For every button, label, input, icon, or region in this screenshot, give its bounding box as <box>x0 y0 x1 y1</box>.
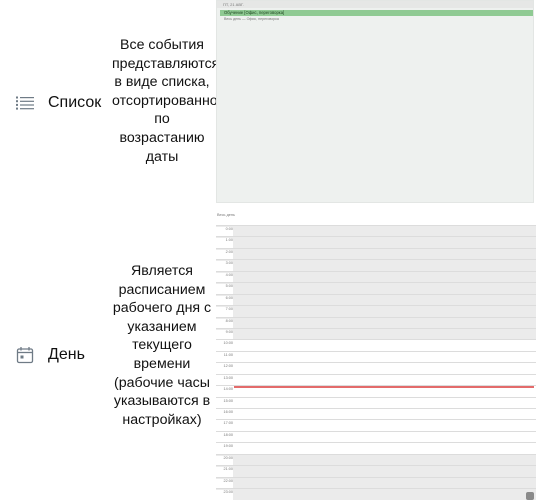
hour-row[interactable]: 18:00 <box>216 430 536 443</box>
hour-row[interactable]: 22:00 <box>216 476 536 489</box>
hour-slot[interactable] <box>234 375 536 385</box>
hour-row[interactable]: 6:00 <box>216 293 536 306</box>
hour-row[interactable]: 13:00 <box>216 373 536 386</box>
hour-slot[interactable] <box>234 272 536 282</box>
list-mode-preview: ПТ, 21 АВГ. Обучение [Офис, переговорка]… <box>216 0 534 203</box>
hour-slot[interactable] <box>234 420 536 430</box>
hour-row[interactable]: 8:00 <box>216 316 536 329</box>
day-mode-label: День <box>48 346 85 363</box>
hour-row[interactable]: 23:00 <box>216 488 536 500</box>
hour-slot[interactable] <box>234 398 536 408</box>
hour-label: 23:00 <box>216 490 233 500</box>
hour-grid: 0:00 1:00 2:00 3:00 4:00 5:00 6:00 7:00 8:00 9:00… <box>216 225 536 500</box>
hour-row[interactable]: 9:00 <box>216 327 536 340</box>
day-mode-label-group: День <box>14 345 85 365</box>
list-mode-row: Список Все события представляются в виде… <box>0 0 538 206</box>
hour-slot[interactable] <box>234 318 536 328</box>
calendar-icon[interactable] <box>526 492 534 500</box>
list-mode-label-group: Список <box>14 93 101 113</box>
hour-slot[interactable] <box>234 352 536 362</box>
list-mode-label: Список <box>48 94 102 111</box>
hour-row[interactable]: 0:00 <box>216 225 536 237</box>
hour-row[interactable]: 2:00 <box>216 247 536 260</box>
calendar-day-icon <box>14 345 36 365</box>
day-mode-row: День Является расписанием рабочего дня с… <box>0 206 538 500</box>
hour-slot[interactable] <box>234 249 536 259</box>
list-mode-description: Все события представляются в виде списка… <box>112 37 231 165</box>
hour-slot[interactable] <box>234 237 536 247</box>
day-mode-preview: Весь день 0:00 1:00 2:00 3:00 4:00 5:00 6:00 7:… <box>216 210 536 500</box>
hour-row[interactable]: 21:00 <box>216 465 536 478</box>
hour-slot[interactable] <box>234 260 536 270</box>
hour-row[interactable]: 20:00 <box>216 453 536 466</box>
hour-row[interactable]: 5:00 <box>216 282 536 295</box>
hour-row[interactable]: 16:00 <box>216 408 536 420</box>
hour-slot[interactable] <box>234 329 536 339</box>
hour-slot[interactable] <box>234 295 536 305</box>
hour-row[interactable]: 17:00 <box>216 419 536 432</box>
hour-slot[interactable] <box>234 363 536 373</box>
hour-slot[interactable] <box>234 443 536 453</box>
hour-row[interactable]: 7:00 <box>216 305 536 318</box>
hour-row[interactable]: 4:00 <box>216 270 536 283</box>
hour-slot[interactable] <box>234 409 536 419</box>
list-event-item[interactable]: Обучение [Офис, переговорка] <box>220 10 533 16</box>
hour-slot[interactable] <box>234 226 536 236</box>
hour-row[interactable]: 3:00 <box>216 259 536 272</box>
hour-slot[interactable] <box>234 432 536 442</box>
current-time-indicator <box>234 386 534 388</box>
hour-slot[interactable] <box>234 340 536 350</box>
hour-slot[interactable] <box>234 283 536 293</box>
hour-row[interactable]: 12:00 <box>216 362 536 375</box>
hour-slot[interactable] <box>234 489 536 499</box>
all-day-label: Весь день <box>217 213 235 217</box>
list-date-header: ПТ, 21 АВГ. <box>217 1 533 8</box>
hour-slot[interactable] <box>234 306 536 316</box>
list-event-subtitle: Весь день — Офис, переговорка <box>224 17 279 21</box>
hour-slot[interactable] <box>234 455 536 465</box>
list-icon <box>14 93 36 113</box>
hour-row[interactable]: 1:00 <box>216 236 536 249</box>
hour-row[interactable]: 15:00 <box>216 396 536 409</box>
hour-slot[interactable] <box>234 478 536 488</box>
hour-row[interactable]: 11:00 <box>216 350 536 363</box>
day-mode-description: Является расписанием рабочего дня с указ… <box>112 263 212 428</box>
hour-row[interactable]: 10:00 <box>216 339 536 352</box>
hour-row[interactable]: 19:00 <box>216 442 536 455</box>
hour-slot[interactable] <box>234 466 536 476</box>
